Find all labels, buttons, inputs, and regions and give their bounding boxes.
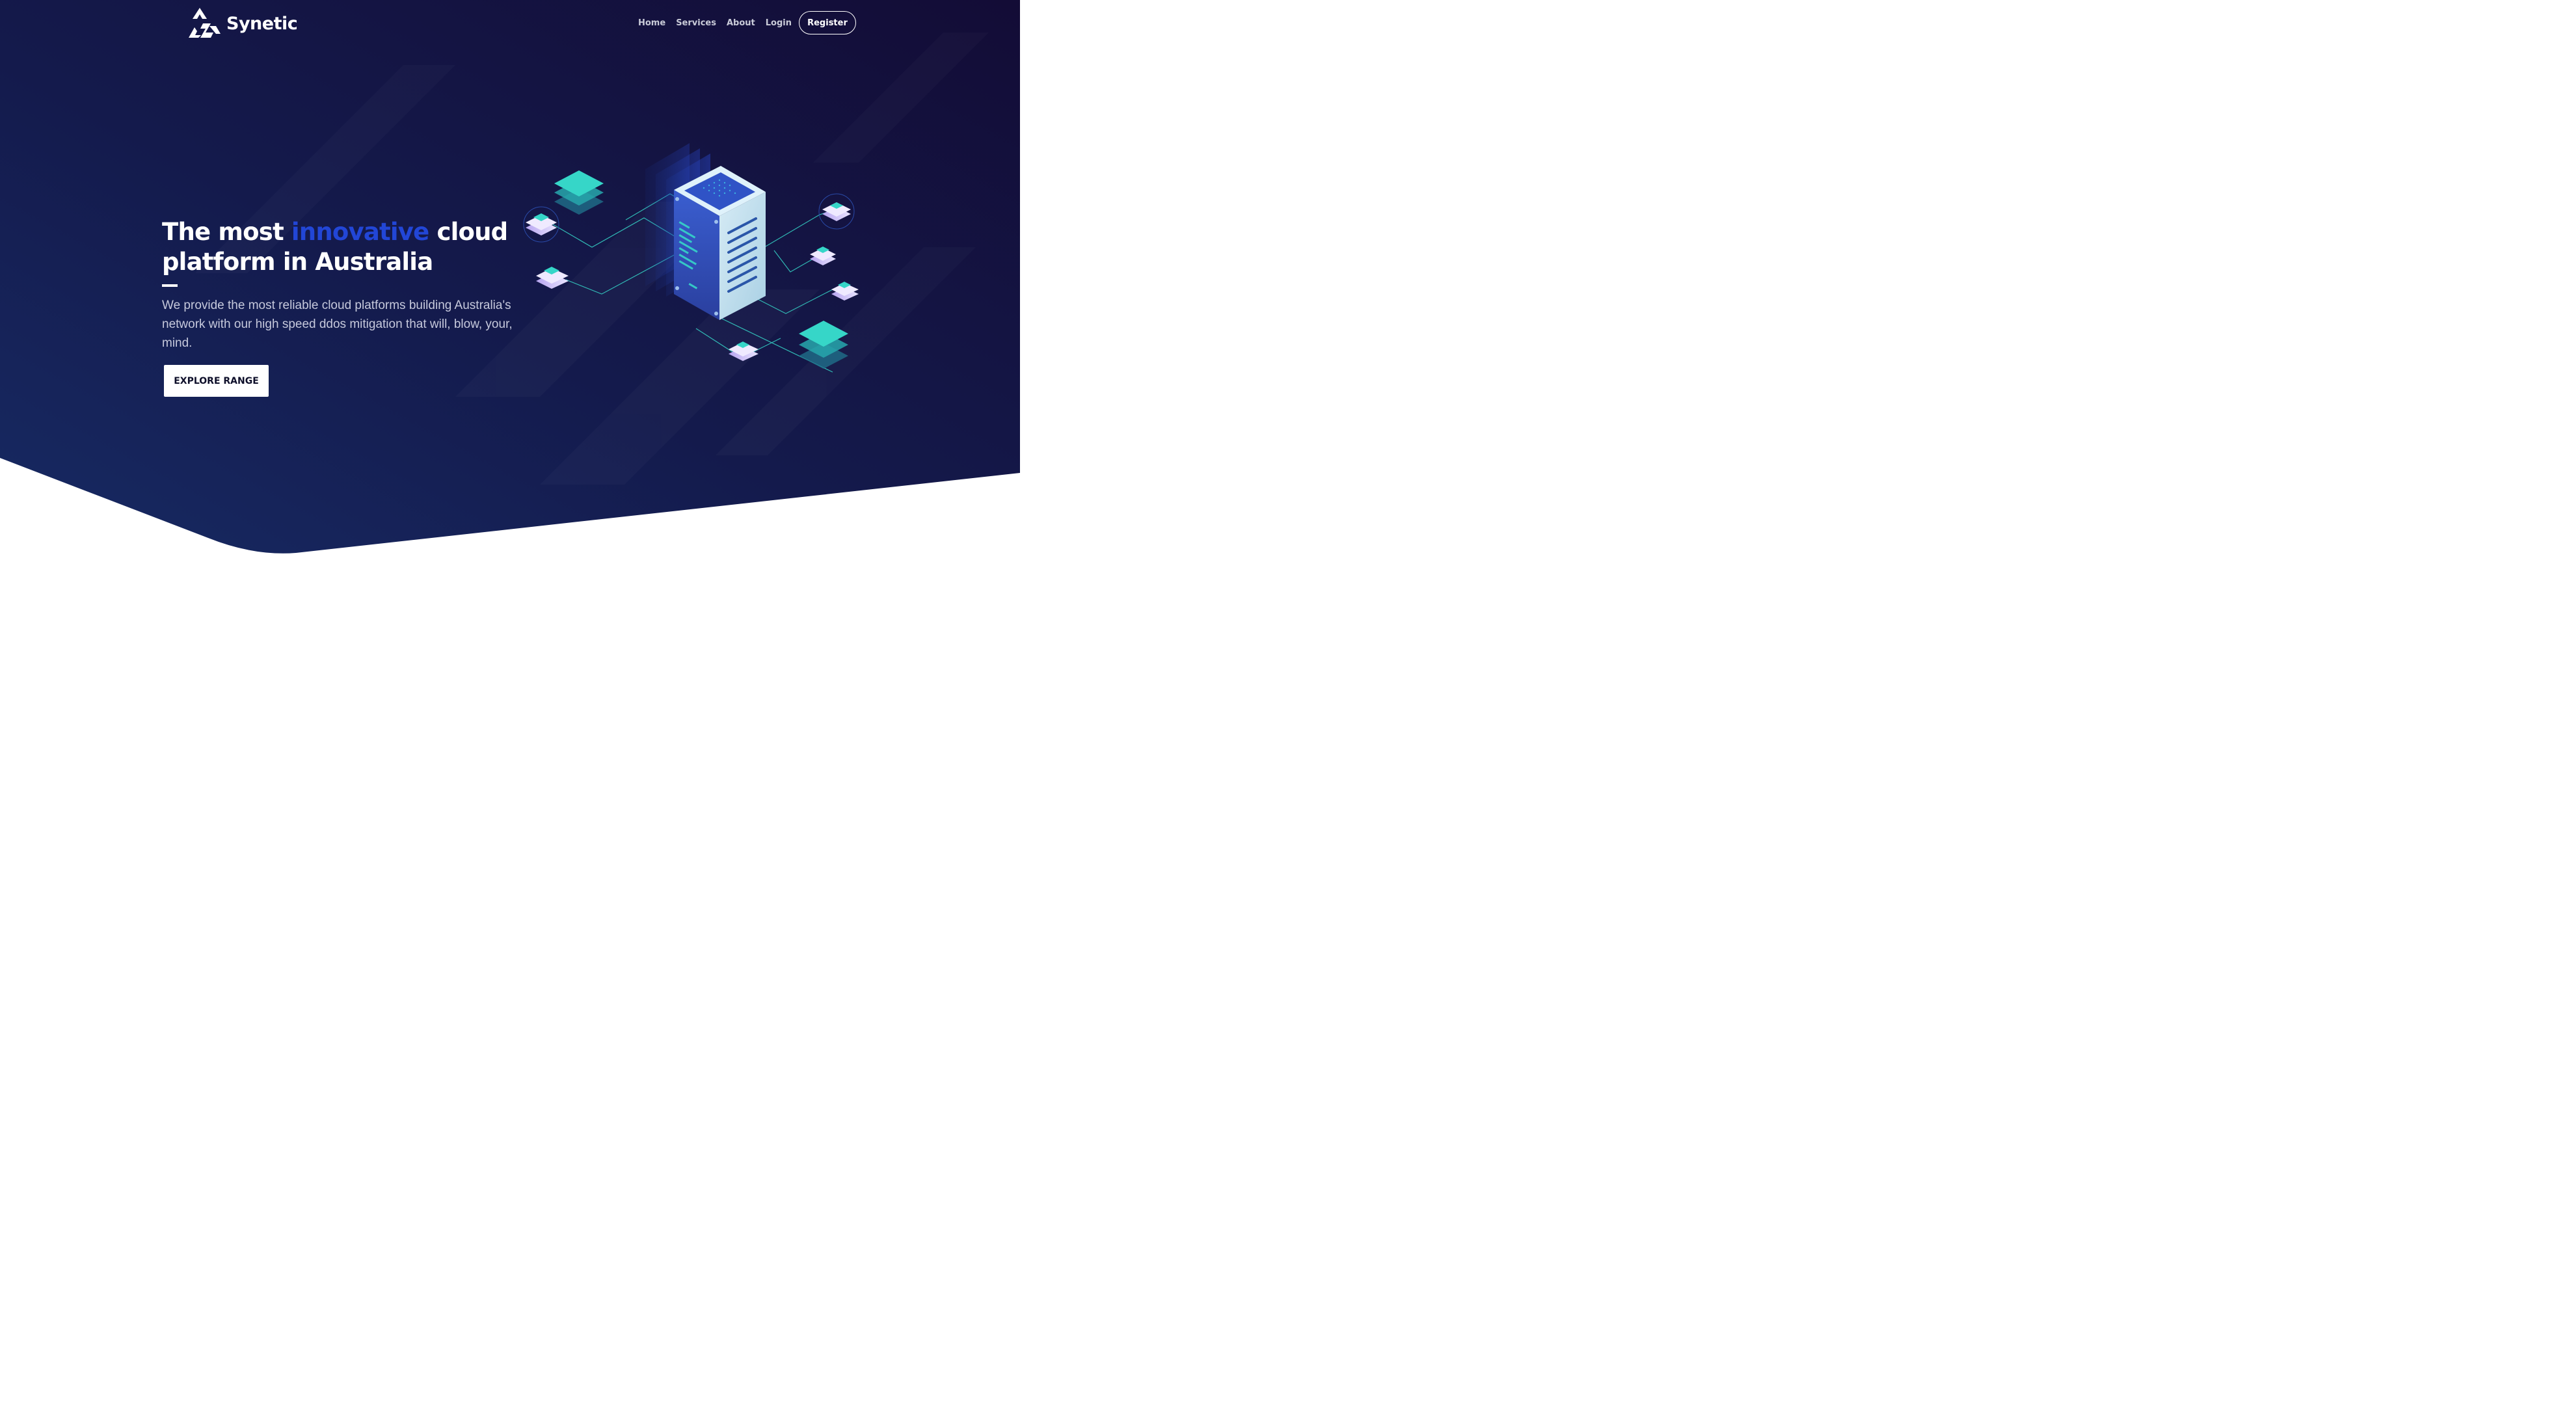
site-header: Synetic Home Services About Login Regist… bbox=[0, 0, 1020, 47]
nav-link-home[interactable]: Home bbox=[638, 18, 665, 28]
hero-title-start: The most bbox=[162, 218, 291, 246]
node-cube-3 bbox=[818, 193, 855, 230]
layer-stack-right bbox=[799, 321, 848, 369]
title-underline bbox=[162, 284, 178, 287]
node-cube-4 bbox=[810, 247, 836, 265]
register-button[interactable]: Register bbox=[799, 11, 856, 34]
nav-link-login[interactable]: Login bbox=[766, 18, 792, 28]
triangle-logo-icon bbox=[189, 8, 221, 38]
main-nav: Home Services About Login Register bbox=[638, 11, 856, 34]
nav-link-services[interactable]: Services bbox=[676, 18, 716, 28]
hero-title: The most innovative cloud platform in Au… bbox=[162, 217, 526, 277]
server-tower bbox=[674, 166, 766, 320]
server-illustration bbox=[523, 143, 859, 373]
node-cube-5 bbox=[831, 282, 859, 301]
landing-page: Synetic Home Services About Login Regist… bbox=[0, 0, 1020, 556]
brand-name: Synetic bbox=[226, 13, 298, 34]
hero-description: We provide the most reliable cloud platf… bbox=[162, 299, 513, 350]
hero-title-accent: innovative bbox=[291, 218, 429, 246]
explore-range-button[interactable]: EXPLORE RANGE bbox=[164, 365, 269, 397]
nav-link-about[interactable]: About bbox=[727, 18, 755, 28]
node-cube-2 bbox=[536, 267, 569, 289]
layer-stack-left bbox=[554, 170, 604, 215]
node-cube-6 bbox=[729, 341, 758, 361]
brand-logo[interactable]: Synetic bbox=[189, 8, 298, 39]
